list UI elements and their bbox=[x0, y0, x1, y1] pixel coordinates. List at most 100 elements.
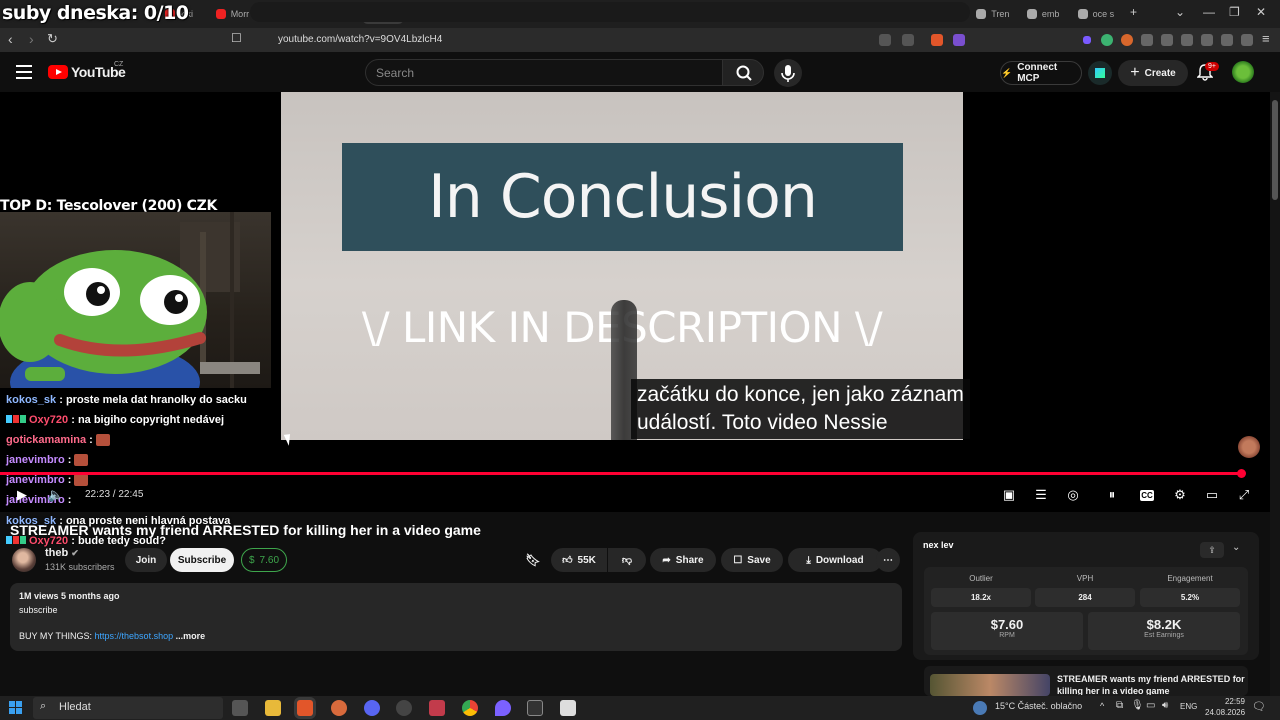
search-input[interactable]: Search bbox=[365, 59, 723, 86]
nexlev-logo: nex lev bbox=[923, 540, 954, 550]
leo-ai-icon[interactable] bbox=[1221, 34, 1233, 46]
extension-dot-icon[interactable] bbox=[1083, 36, 1091, 44]
browser-menu-icon[interactable]: ≡ bbox=[1262, 31, 1270, 46]
time-display: 22:23 / 22:45 bbox=[85, 489, 144, 500]
chat-username: Oxy720 bbox=[29, 414, 69, 426]
volume-icon[interactable]: 🔈 bbox=[48, 487, 64, 503]
taskbar-app-v-icon[interactable] bbox=[429, 700, 445, 716]
weather-icon[interactable] bbox=[973, 701, 987, 715]
panel-collapse-chevron-icon[interactable]: ⌄ bbox=[1232, 542, 1240, 553]
taskbar-search-input[interactable]: Hledat bbox=[33, 697, 223, 719]
url-text[interactable]: youtube.com/watch?v=9OV4LbzlcH4 bbox=[278, 34, 442, 45]
task-view-icon[interactable] bbox=[232, 700, 248, 716]
brave-rewards-icon[interactable] bbox=[953, 34, 965, 46]
bookmark-button[interactable]: 🔖︎ bbox=[521, 548, 545, 572]
join-button[interactable]: Join bbox=[125, 548, 167, 572]
video-frame-title: In Conclusion bbox=[428, 162, 818, 232]
music-icon[interactable] bbox=[1161, 34, 1173, 46]
like-button[interactable]: 👍︎ 55K bbox=[551, 548, 607, 572]
cast-icon[interactable] bbox=[902, 34, 914, 46]
browser-tab[interactable]: Tren bbox=[976, 4, 1009, 24]
fullscreen-icon[interactable]: ⤢ bbox=[1236, 487, 1252, 503]
back-icon[interactable]: ‹ bbox=[8, 31, 13, 47]
create-button[interactable]: + Create bbox=[1118, 60, 1188, 86]
taskbar-app-sun-icon[interactable] bbox=[331, 700, 347, 716]
dislike-button[interactable]: 👎︎ bbox=[608, 548, 646, 572]
chrome-icon[interactable] bbox=[462, 700, 478, 716]
account-avatar[interactable] bbox=[1232, 61, 1254, 83]
new-tab-button[interactable]: + bbox=[1130, 5, 1137, 19]
video-progress-bar[interactable] bbox=[0, 472, 1241, 475]
extension-orange-icon[interactable] bbox=[1121, 34, 1133, 46]
taskbar-app-drop-icon[interactable] bbox=[495, 700, 511, 716]
search-button[interactable] bbox=[722, 59, 764, 86]
taskbar-clock[interactable]: 22:59 24.08.2026 bbox=[1205, 696, 1245, 718]
microphone-tray-icon[interactable]: 🎙︎ bbox=[1131, 700, 1144, 711]
screenshot-camera-icon[interactable]: ◎ bbox=[1065, 487, 1081, 503]
bookmark-icon[interactable]: ☐ bbox=[231, 31, 242, 45]
transcript-icon[interactable]: ☰ bbox=[1033, 487, 1049, 503]
price-badge[interactable]: $7.60 bbox=[241, 548, 287, 572]
connect-mcp-button[interactable]: ⚡ Connect MCP bbox=[1000, 61, 1082, 85]
shop-link[interactable]: https://thebsot.shop bbox=[95, 631, 174, 641]
subscribe-button[interactable]: Subscribe bbox=[170, 548, 234, 572]
youtube-logo-icon[interactable] bbox=[48, 65, 68, 79]
wallet-icon[interactable] bbox=[1201, 34, 1213, 46]
translate-icon[interactable] bbox=[879, 34, 891, 46]
recommended-video-thumbnail[interactable] bbox=[930, 674, 1050, 696]
brave-browser-icon[interactable] bbox=[297, 700, 313, 716]
network-icon[interactable]: ▭ bbox=[1146, 700, 1155, 711]
speaker-icon[interactable]: 🔊︎ bbox=[1162, 700, 1168, 711]
theater-mode-icon[interactable]: ▭ bbox=[1204, 487, 1220, 503]
outlier-label: Outlier bbox=[969, 574, 993, 583]
share-button[interactable]: ➦ Share bbox=[650, 548, 716, 572]
minimize-button[interactable]: — bbox=[1203, 5, 1215, 19]
maximize-button[interactable]: ❐ bbox=[1229, 5, 1240, 19]
notepad-icon[interactable] bbox=[560, 700, 576, 716]
brave-shield-icon[interactable] bbox=[931, 34, 943, 46]
save-button[interactable]: ☐ Save bbox=[721, 548, 783, 572]
terminal-icon[interactable] bbox=[527, 700, 543, 716]
tab-list-icon[interactable]: ⌄ bbox=[1175, 5, 1185, 19]
voice-search-button[interactable] bbox=[774, 59, 802, 87]
windows-start-icon[interactable] bbox=[9, 701, 22, 714]
progress-scrubber[interactable] bbox=[1237, 469, 1246, 478]
url-box[interactable] bbox=[250, 2, 970, 22]
channel-avatar[interactable] bbox=[12, 548, 36, 572]
discord-icon[interactable] bbox=[364, 700, 380, 716]
autoplay-toggle[interactable]: ⏸ bbox=[1104, 487, 1120, 503]
tray-chevron-icon[interactable]: ^ bbox=[1100, 701, 1104, 711]
play-icon[interactable]: ▶ bbox=[14, 487, 30, 503]
settings-gear-icon[interactable]: ⚙ bbox=[1172, 487, 1188, 503]
vph-label: VPH bbox=[1076, 574, 1094, 583]
notification-center-icon[interactable]: 🗨︎ bbox=[1252, 700, 1266, 713]
captions-icon[interactable]: CC bbox=[1140, 490, 1154, 501]
browser-tab[interactable]: emb bbox=[1026, 4, 1059, 24]
reload-icon[interactable]: ↻ bbox=[47, 31, 58, 47]
browser-tab[interactable]: Morr bbox=[215, 4, 249, 24]
chat-emote-icon bbox=[95, 434, 110, 447]
obs-icon[interactable] bbox=[396, 700, 412, 716]
nexlev-extension-button[interactable] bbox=[1088, 61, 1112, 85]
recommended-video-title[interactable]: STREAMER wants my friend ARRESTED for ki… bbox=[1057, 673, 1247, 695]
download-button[interactable]: ⤓ Download bbox=[788, 548, 882, 572]
thumbnail-downloader-icon[interactable]: ▣ bbox=[1001, 487, 1017, 503]
tray-app-icon[interactable]: ⧉ bbox=[1116, 700, 1123, 711]
browser-tab[interactable]: oce s bbox=[1077, 4, 1114, 24]
plug-icon: ⚡ bbox=[1001, 67, 1013, 78]
extension-green-icon[interactable] bbox=[1101, 34, 1113, 46]
close-window-button[interactable]: ✕ bbox=[1256, 5, 1266, 19]
vpn-shield-icon[interactable] bbox=[1241, 34, 1253, 46]
hamburger-menu-icon[interactable] bbox=[16, 65, 32, 79]
channel-name[interactable]: theb ✔ bbox=[45, 547, 79, 559]
extensions-puzzle-icon[interactable] bbox=[1141, 34, 1153, 46]
sidebar-icon[interactable] bbox=[1181, 34, 1193, 46]
file-explorer-icon[interactable] bbox=[265, 700, 281, 716]
more-actions-button[interactable]: ⋯ bbox=[876, 548, 900, 572]
weather-text[interactable]: 15°C Částeč. oblačno bbox=[995, 701, 1082, 711]
forward-icon[interactable]: › bbox=[29, 31, 34, 47]
scrollbar-thumb[interactable] bbox=[1272, 100, 1278, 200]
panel-export-button[interactable]: ⇪ bbox=[1200, 542, 1224, 558]
language-indicator[interactable]: ENG bbox=[1180, 702, 1197, 711]
show-more-link[interactable]: ...more bbox=[176, 631, 206, 641]
